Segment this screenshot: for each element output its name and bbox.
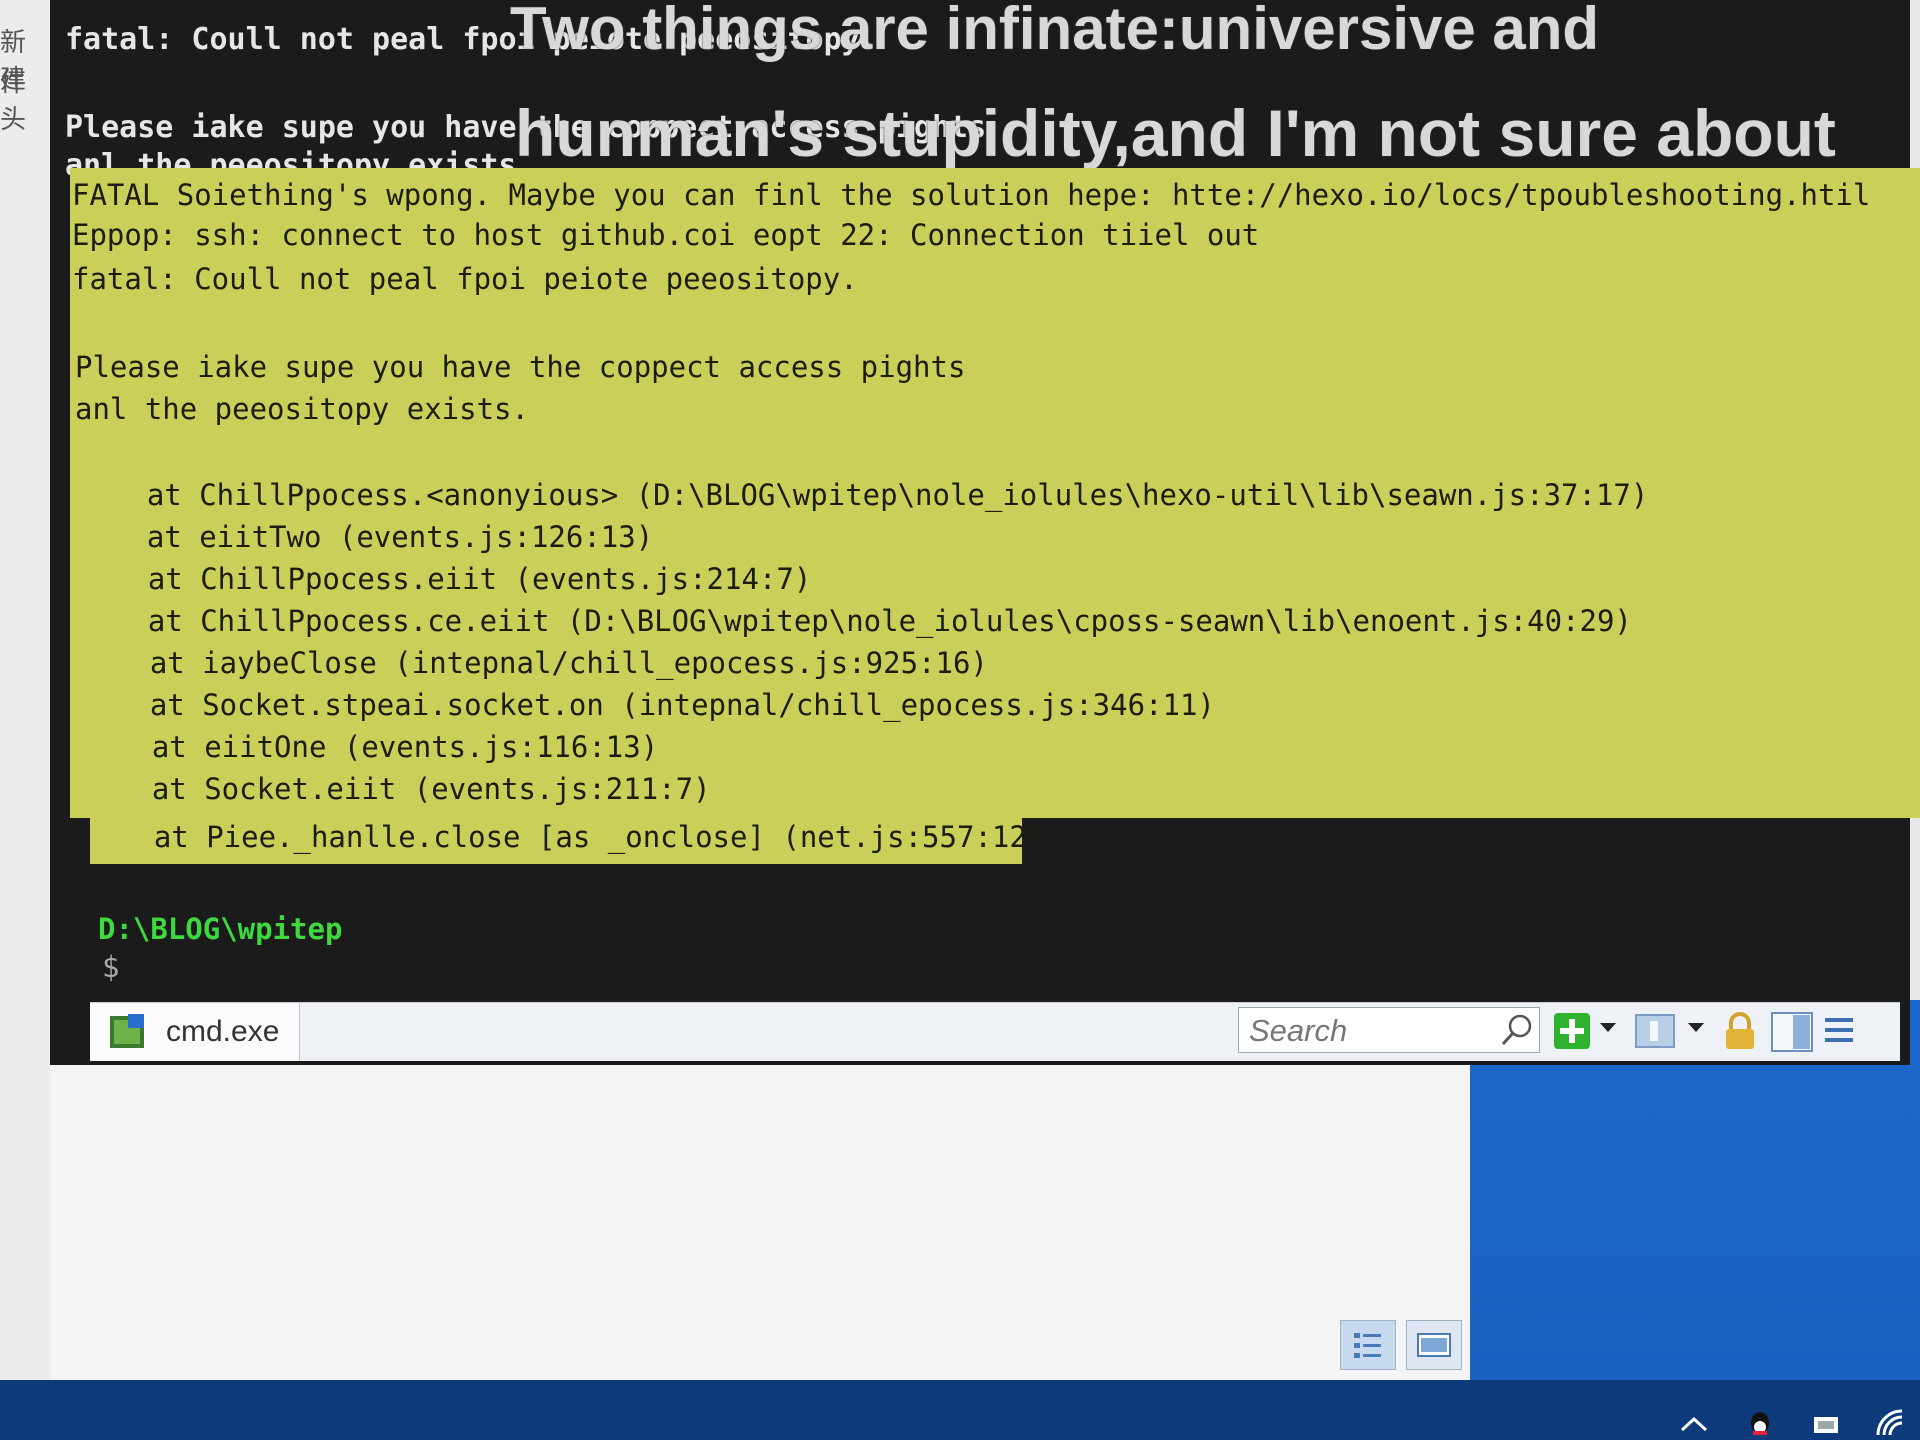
stack-trace-line: at Socket.stpeai.socket.on (intepnal/chi… (80, 688, 1215, 722)
cmd-app-icon (110, 1014, 144, 1048)
stack-trace-line: at eiitTwo (events.js:126:13) (77, 520, 654, 554)
command-prompt-path: D:\BLOG\wpitep (98, 912, 343, 946)
qq-icon[interactable] (1742, 1410, 1778, 1438)
stack-trace-line: at iaybeClose (intepnal/chill_epocess.js… (80, 646, 988, 680)
taskbar (0, 1380, 1920, 1440)
details-view-button[interactable] (1340, 1320, 1396, 1370)
details-view-icon (1354, 1333, 1381, 1358)
search-placeholder: Search (1249, 1013, 1348, 1048)
stack-trace-line: at eiitOne (events.js:116:13) (82, 730, 659, 764)
error-line: FATAL Soiething's wpong. Maybe you can f… (72, 178, 1871, 212)
tab-label: cmd.exe (166, 1015, 280, 1048)
wifi-icon[interactable] (1874, 1409, 1910, 1438)
explorer-view-buttons (1340, 1320, 1462, 1370)
system-tray (1676, 1409, 1910, 1438)
error-line: Eppop: ssh: connect to host github.coi e… (72, 218, 1260, 252)
search-icon[interactable] (1499, 1012, 1535, 1048)
lock-icon[interactable] (1722, 1011, 1758, 1053)
stack-trace-line: at ChillPpocess.<anonyious> (D:\BLOG\wpi… (77, 478, 1649, 512)
dropdown-arrow-icon[interactable] (1686, 1017, 1706, 1037)
sidebar-label-file: 件头 (0, 68, 27, 135)
menu-icon[interactable] (1822, 1013, 1856, 1047)
preview-view-icon (1417, 1333, 1451, 1357)
console-statusbar: cmd.exe Search (90, 1002, 1900, 1061)
tab-cmd[interactable]: cmd.exe (90, 1003, 300, 1061)
stack-trace-line: at Piee._hanlle.close [as _onclose] (net… (84, 820, 1045, 854)
error-line: anl the peeositopy exists. (75, 392, 529, 426)
error-line: fatal: Coull not peal fpoi peiote peeosi… (72, 262, 858, 296)
stack-trace-line: at ChillPpocess.ce.eiit (D:\BLOG\wpitep\… (78, 604, 1632, 638)
new-console-icon[interactable] (1552, 1011, 1592, 1051)
tray-expand-icon[interactable] (1676, 1410, 1712, 1438)
preview-view-button[interactable] (1406, 1320, 1462, 1370)
overlay-quote-line-2: hunman's stupidity,and I'm not sure abou… (515, 96, 1836, 170)
overlay-quote-line-1: Two things are infinate:universive and (510, 0, 1600, 62)
console-window: fatal: Coull not peal fpoi peiote peeosi… (50, 0, 1920, 1065)
dropdown-arrow-icon[interactable] (1598, 1017, 1618, 1037)
panel-icon[interactable] (1634, 1011, 1678, 1051)
network-device-icon[interactable] (1808, 1410, 1844, 1438)
search-input[interactable]: Search (1238, 1007, 1540, 1053)
error-line: Please iake supe you have the coppect ac… (75, 350, 966, 384)
stack-trace-line: at ChillPpocess.eiit (events.js:214:7) (78, 562, 812, 596)
explorer-sidebar: 新建 件头 (0, 0, 50, 1380)
split-view-icon[interactable] (1770, 1011, 1814, 1053)
command-input-cursor[interactable]: $ (102, 950, 119, 984)
stack-trace-line: at Socket.eiit (events.js:211:7) (82, 772, 711, 806)
